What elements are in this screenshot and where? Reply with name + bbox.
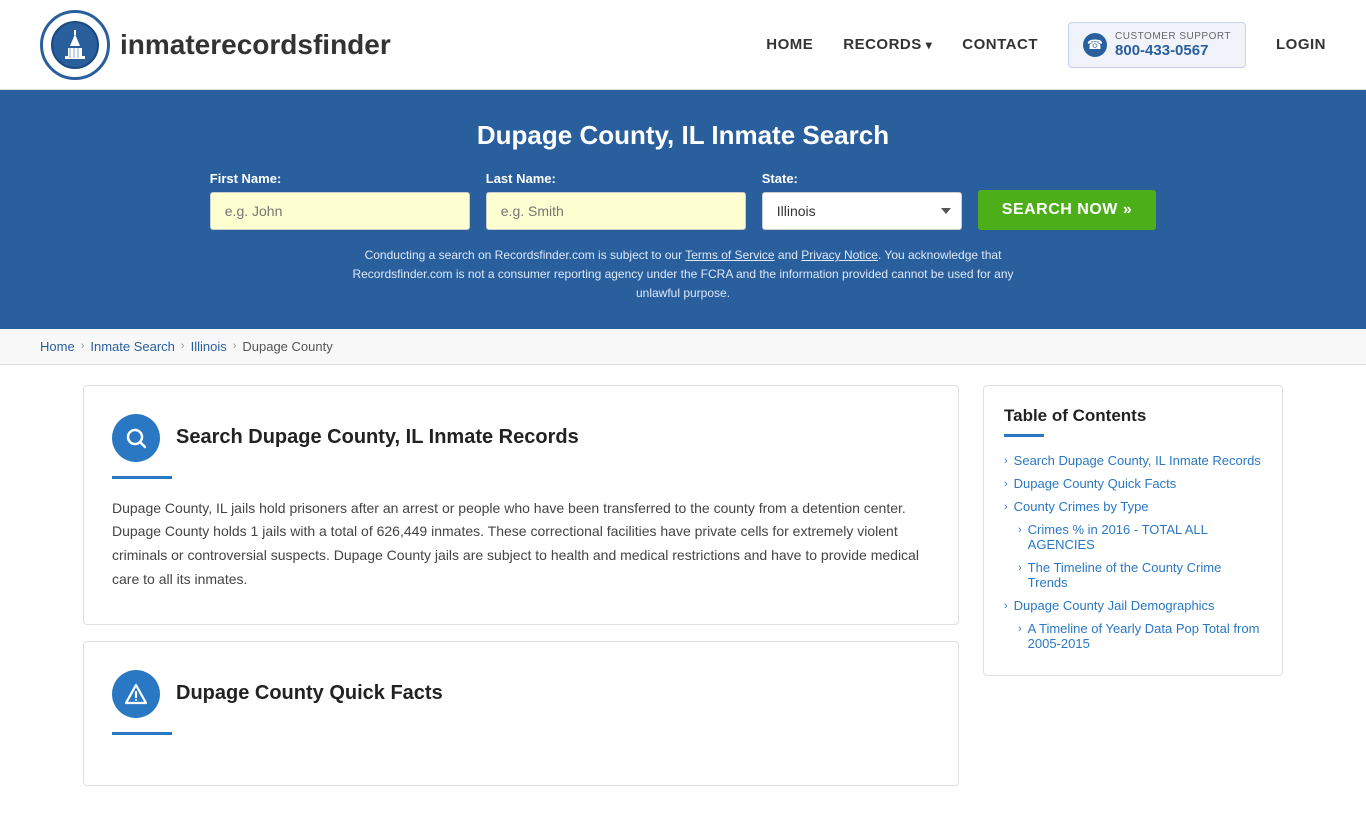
hero-disclaimer: Conducting a search on Recordsfinder.com… — [333, 246, 1033, 304]
toc-box: Table of Contents ›Search Dupage County,… — [983, 385, 1283, 676]
main-content: Search Dupage County, IL Inmate Records … — [43, 385, 1323, 802]
first-name-label: First Name: — [210, 171, 282, 186]
state-select[interactable]: Illinois — [762, 192, 962, 230]
last-name-group: Last Name: — [486, 171, 746, 230]
chevron-right-icon: › — [1018, 524, 1022, 536]
nav-home[interactable]: HOME — [766, 36, 813, 53]
section-quick-facts: Dupage County Quick Facts — [83, 641, 959, 786]
section2-title: Dupage County Quick Facts — [176, 682, 443, 705]
content-left: Search Dupage County, IL Inmate Records … — [83, 385, 959, 802]
breadcrumb-current: Dupage County — [242, 339, 332, 354]
breadcrumb-sep-2: › — [181, 340, 185, 352]
first-name-input[interactable] — [210, 192, 470, 230]
site-header: inmaterecordsfinder HOME RECORDS ▾ CONTA… — [0, 0, 1366, 90]
breadcrumb-inmate-search[interactable]: Inmate Search — [90, 339, 175, 354]
toc-link-1[interactable]: ›Dupage County Quick Facts — [1004, 476, 1262, 491]
section1-header: Search Dupage County, IL Inmate Records — [112, 414, 930, 462]
chevron-right-icon: › — [1004, 501, 1008, 513]
breadcrumb-sep-3: › — [233, 340, 237, 352]
breadcrumb-home[interactable]: Home — [40, 339, 75, 354]
breadcrumb-sep-1: › — [81, 340, 85, 352]
toc-item: ›Search Dupage County, IL Inmate Records — [1004, 453, 1262, 468]
logo-icon — [40, 10, 110, 80]
chevron-right-icon: › — [1018, 623, 1022, 635]
support-label: CUSTOMER SUPPORT — [1115, 31, 1231, 42]
toc-divider — [1004, 434, 1044, 437]
hero-title: Dupage County, IL Inmate Search — [40, 120, 1326, 151]
toc-item: ›Dupage County Quick Facts — [1004, 476, 1262, 491]
last-name-label: Last Name: — [486, 171, 556, 186]
logo-first-part: inmaterecords — [120, 29, 313, 60]
alert-icon — [112, 670, 160, 718]
main-nav: HOME RECORDS ▾ CONTACT ☎ CUSTOMER SUPPOR… — [766, 22, 1326, 68]
toc-item: ›Crimes % in 2016 - TOTAL ALL AGENCIES — [1004, 522, 1262, 552]
terms-link[interactable]: Terms of Service — [685, 248, 774, 262]
toc-link-4[interactable]: ›The Timeline of the County Crime Trends — [1004, 560, 1262, 590]
breadcrumb: Home › Inmate Search › Illinois › Dupage… — [0, 329, 1366, 365]
search-form: First Name: Last Name: State: Illinois S… — [40, 171, 1326, 230]
toc-link-0[interactable]: ›Search Dupage County, IL Inmate Records — [1004, 453, 1262, 468]
chevron-right-icon: › — [1004, 455, 1008, 467]
breadcrumb-illinois[interactable]: Illinois — [191, 339, 227, 354]
state-group: State: Illinois — [762, 171, 962, 230]
toc-link-6[interactable]: ›A Timeline of Yearly Data Pop Total fro… — [1004, 621, 1262, 651]
logo-bold-part: finder — [313, 29, 391, 60]
section2-header: Dupage County Quick Facts — [112, 670, 930, 718]
logo-area: inmaterecordsfinder — [40, 10, 391, 80]
toc-item: ›The Timeline of the County Crime Trends — [1004, 560, 1262, 590]
support-text: CUSTOMER SUPPORT 800-433-0567 — [1115, 31, 1231, 59]
logo-text: inmaterecordsfinder — [120, 29, 391, 61]
section1-divider — [112, 476, 172, 479]
chevron-right-icon: › — [1004, 600, 1008, 612]
toc-link-2[interactable]: ›County Crimes by Type — [1004, 499, 1262, 514]
search-icon — [112, 414, 160, 462]
login-button[interactable]: LOGIN — [1276, 36, 1326, 53]
toc-item: ›A Timeline of Yearly Data Pop Total fro… — [1004, 621, 1262, 651]
search-button[interactable]: SEARCH NOW » — [978, 190, 1156, 230]
toc-item: ›County Crimes by Type — [1004, 499, 1262, 514]
toc-link-5[interactable]: ›Dupage County Jail Demographics — [1004, 598, 1262, 613]
state-label: State: — [762, 171, 798, 186]
first-name-group: First Name: — [210, 171, 470, 230]
chevron-right-icon: › — [1004, 478, 1008, 490]
chevron-down-icon: ▾ — [926, 38, 933, 52]
hero-section: Dupage County, IL Inmate Search First Na… — [0, 90, 1366, 329]
toc-link-3[interactable]: ›Crimes % in 2016 - TOTAL ALL AGENCIES — [1004, 522, 1262, 552]
privacy-link[interactable]: Privacy Notice — [801, 248, 878, 262]
toc-title: Table of Contents — [1004, 406, 1262, 426]
chevron-right-icon: › — [1018, 562, 1022, 574]
last-name-input[interactable] — [486, 192, 746, 230]
customer-support-box[interactable]: ☎ CUSTOMER SUPPORT 800-433-0567 — [1068, 22, 1246, 68]
nav-records[interactable]: RECORDS ▾ — [843, 36, 932, 53]
support-number: 800-433-0567 — [1115, 42, 1231, 59]
section-inmate-records: Search Dupage County, IL Inmate Records … — [83, 385, 959, 625]
table-of-contents: Table of Contents ›Search Dupage County,… — [983, 385, 1283, 676]
section2-divider — [112, 732, 172, 735]
section1-title: Search Dupage County, IL Inmate Records — [176, 426, 579, 449]
section1-body: Dupage County, IL jails hold prisoners a… — [112, 497, 930, 592]
toc-item: ›Dupage County Jail Demographics — [1004, 598, 1262, 613]
toc-list: ›Search Dupage County, IL Inmate Records… — [1004, 453, 1262, 651]
phone-icon: ☎ — [1083, 33, 1107, 57]
nav-records-label: RECORDS — [843, 36, 922, 53]
nav-contact[interactable]: CONTACT — [962, 36, 1038, 53]
